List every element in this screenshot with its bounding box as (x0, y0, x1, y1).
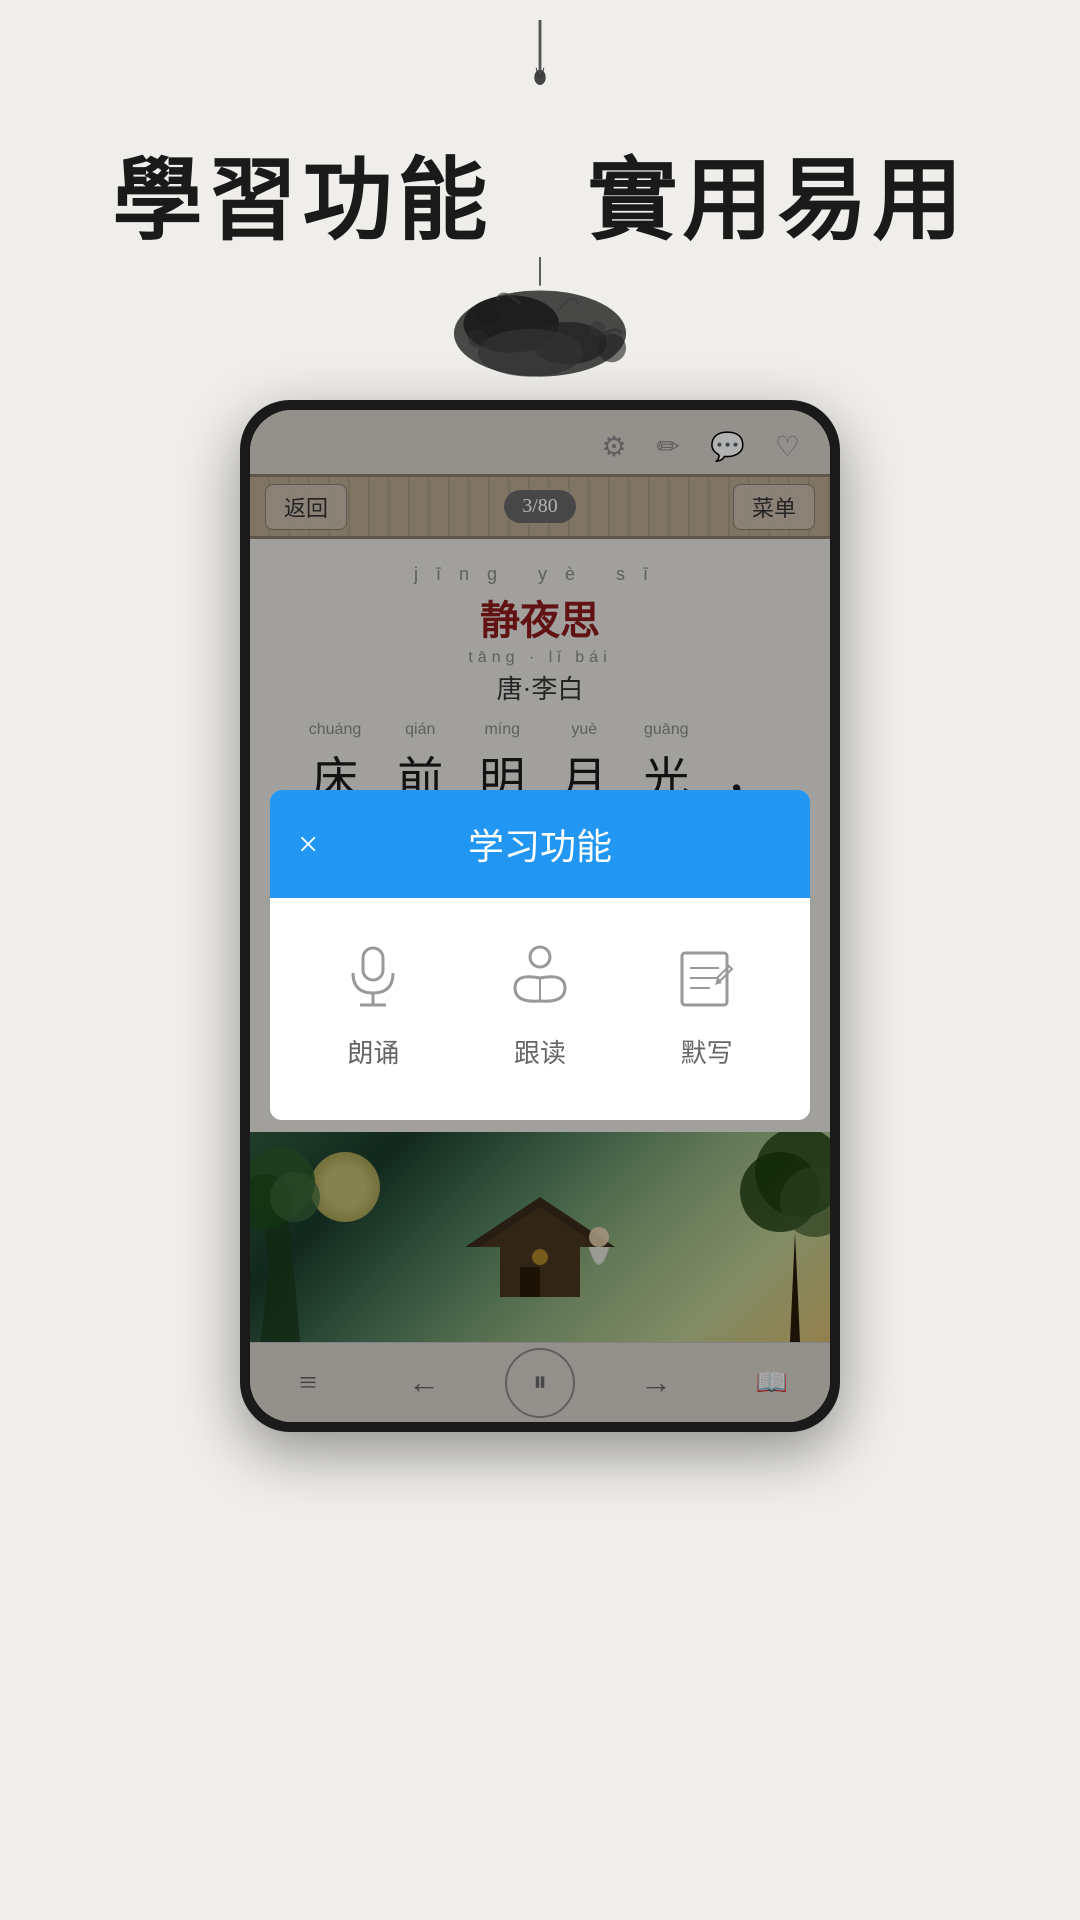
gengdu-label: 跟读 (514, 1033, 566, 1070)
ink-drop-hanging (520, 20, 560, 97)
moxie-label: 默写 (681, 1033, 733, 1070)
feature-langsung[interactable]: 朗诵 (333, 938, 413, 1070)
learning-modal: × 学习功能 朗诵 (270, 790, 810, 1120)
modal-close-button[interactable]: × (298, 823, 318, 865)
ink-splash (400, 257, 680, 400)
microphone-icon (333, 938, 413, 1018)
phone-screen: ⚙ ✏ 💬 ♡ 返回 3/80 菜单 jīng yè sī 静夜思 tāng ·… (250, 410, 830, 1422)
feature-gengdu[interactable]: 跟读 (500, 938, 580, 1070)
modal-header: × 学习功能 (270, 790, 810, 898)
writing-icon (667, 938, 747, 1018)
modal-body: 朗诵 跟读 (270, 898, 810, 1120)
phone-mockup: ⚙ ✏ 💬 ♡ 返回 3/80 菜单 jīng yè sī 静夜思 tāng ·… (240, 400, 840, 1432)
headline: 學習功能 實用易用 (113, 127, 968, 257)
reading-icon (500, 938, 580, 1018)
top-area: 學習功能 實用易用 (0, 0, 1080, 400)
modal-title: 学习功能 (300, 818, 780, 870)
feature-moxie[interactable]: 默写 (667, 938, 747, 1070)
langsung-label: 朗诵 (347, 1033, 399, 1070)
